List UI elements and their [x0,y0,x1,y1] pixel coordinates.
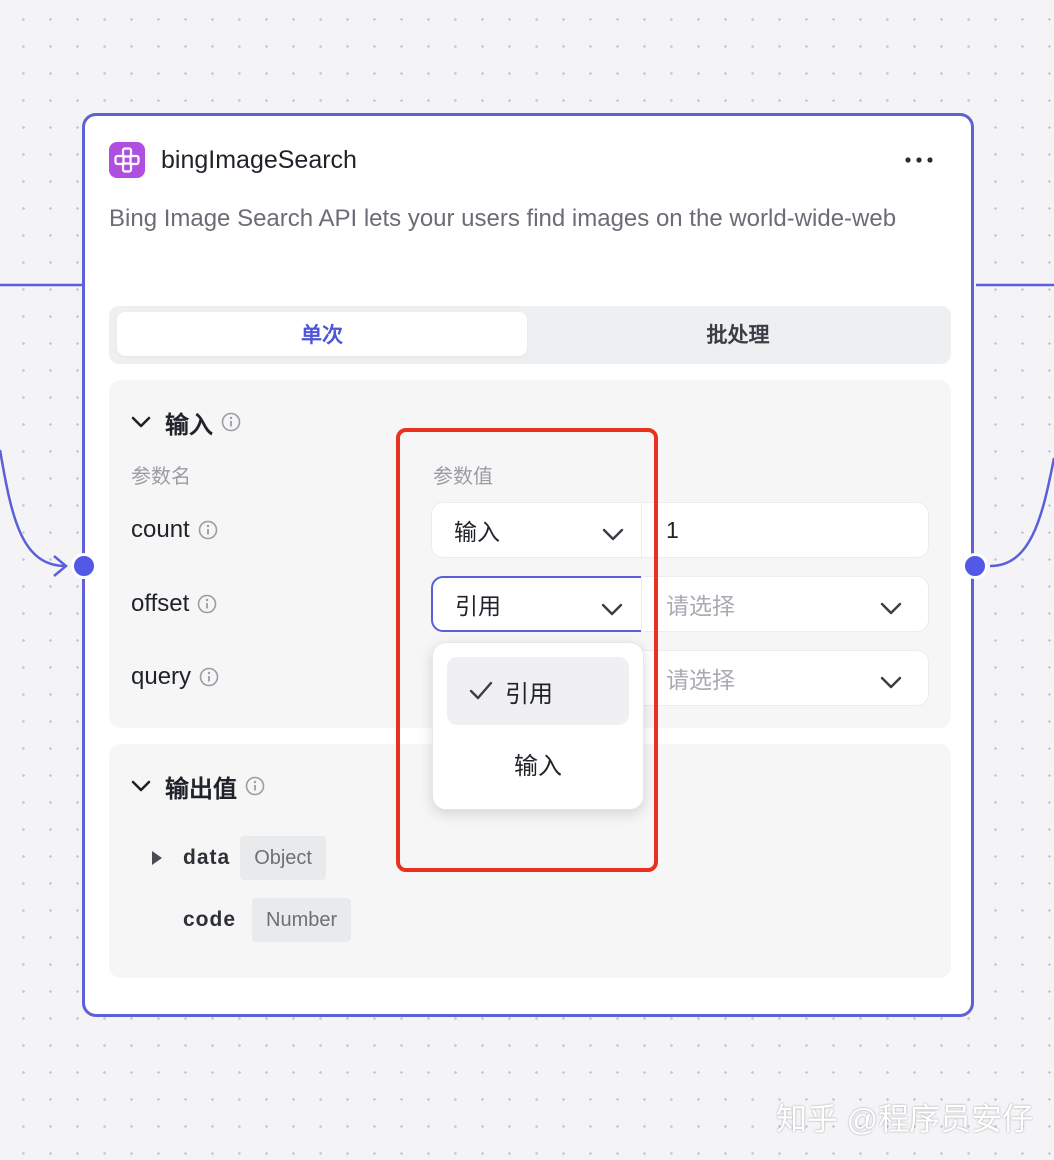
input-section-header[interactable]: 输入 [131,407,241,439]
caret-right-icon[interactable] [151,850,183,866]
output-field-data: data Object [151,836,326,880]
tab-batch[interactable]: 批处理 [533,312,943,356]
query-reference-select[interactable]: 请选择 [641,650,929,706]
output-field-name: data [183,846,231,869]
incoming-edge-curve [0,449,67,568]
output-section-title: 输出值 [165,775,237,803]
count-value-input[interactable]: 1 [641,502,929,558]
more-horizontal-icon[interactable] [899,140,939,180]
outgoing-edge-curve [989,457,1054,568]
output-port[interactable] [962,553,988,579]
offset-placeholder: 请选择 [666,593,735,619]
info-icon[interactable] [198,520,218,540]
info-icon[interactable] [221,412,241,432]
offset-reference-select[interactable]: 请选择 [641,576,929,632]
tab-single[interactable]: 单次 [117,312,527,356]
highlight-box [396,428,658,872]
input-section-title: 输入 [165,411,213,439]
chevron-down-icon[interactable] [131,780,151,792]
param-query: query [131,663,219,691]
node-description: Bing Image Search API lets your users fi… [109,205,897,232]
param-count: count [131,516,218,544]
param-name: offset [131,590,190,617]
output-field-code: code Number [183,898,352,942]
chevron-down-icon[interactable] [131,416,151,428]
param-name-header: 参数名 [131,466,191,488]
param-offset: offset [131,590,217,618]
node-header: bingImageSearch [109,140,947,180]
info-icon[interactable] [245,776,265,796]
chevron-down-icon [880,595,902,622]
node-title: bingImageSearch [161,146,357,174]
chevron-down-icon [880,669,902,696]
type-tag: Number [252,898,352,942]
param-name: count [131,516,190,543]
type-tag: Object [240,836,326,880]
watermark: 知乎 @程序员安仔 [776,1102,1034,1137]
count-value: 1 [666,516,679,543]
info-icon[interactable] [197,594,217,614]
output-section-header[interactable]: 输出值 [131,771,265,803]
query-placeholder: 请选择 [666,667,735,693]
input-port[interactable] [71,553,97,579]
output-field-name: code [183,908,237,931]
param-name: query [131,663,192,690]
info-icon[interactable] [199,667,219,687]
plugin-icon [109,142,145,178]
mode-tabs: 单次 批处理 [109,306,951,364]
